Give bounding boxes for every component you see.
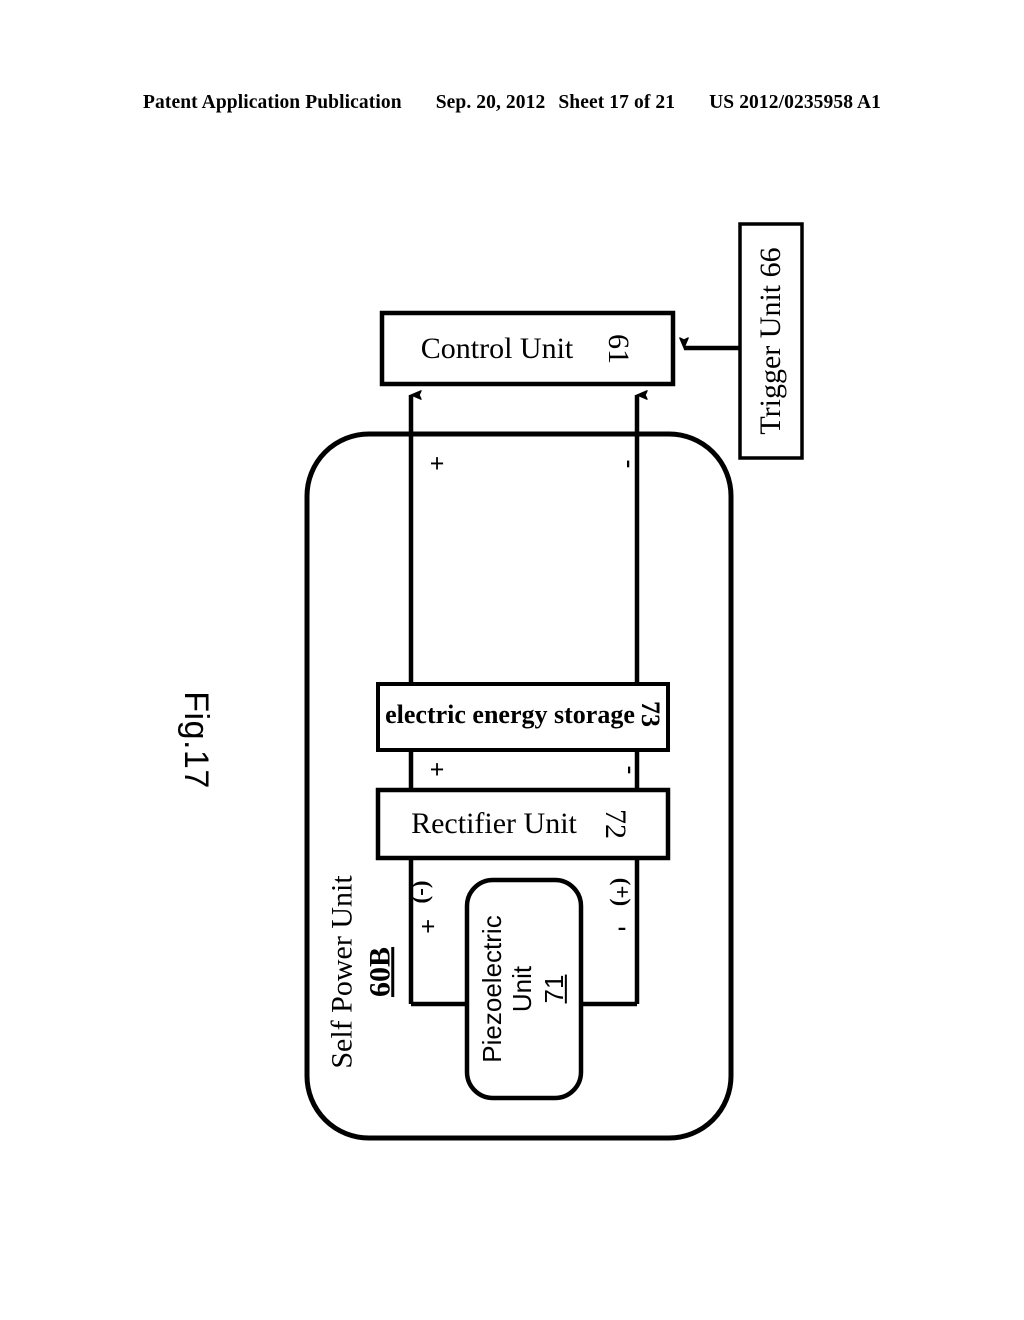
figure-linework [304,222,804,1141]
sign-storage-minus: - [617,765,646,775]
self-power-unit-label-group: Self Power Unit 60B [325,875,399,1068]
sign-control-plus: + [429,449,445,478]
piezoelectric-unit-ref: 71 [538,974,569,1004]
electric-energy-storage-label: electric energy storage [385,700,635,729]
control-unit-label: Control Unit [420,332,574,365]
figure-title: Fig.17 [177,691,215,789]
figure-17: Fig.17 Self Power Unit 60B Control Unit … [0,0,1024,1320]
control-unit-ref: 61 [602,334,635,364]
piezoelectric-unit-label-group: Piezoelectric Unit 71 [476,915,570,1063]
sign-rect-in-left: + [420,912,436,941]
piezoelectric-unit-label-line1: Piezoelectric [476,915,507,1063]
self-power-unit-label: Self Power Unit [325,875,359,1069]
trigger-unit-label: Trigger Unit 66 [754,247,787,435]
self-power-unit-ref: 60B [362,946,396,998]
rectifier-unit-ref: 72 [599,809,632,839]
electric-energy-storage-ref: 73 [636,701,665,727]
sign-rect-in-right: - [617,912,627,941]
sign-storage-plus: + [429,755,445,784]
sign-control-minus: - [616,459,645,469]
sign-rect-in-right-paren: (+) [609,877,635,907]
piezoelectric-unit-label-line2: Unit [506,965,537,1013]
sign-rect-in-left-paren: (-) [411,880,437,904]
rectifier-unit-label: Rectifier Unit [411,807,577,840]
